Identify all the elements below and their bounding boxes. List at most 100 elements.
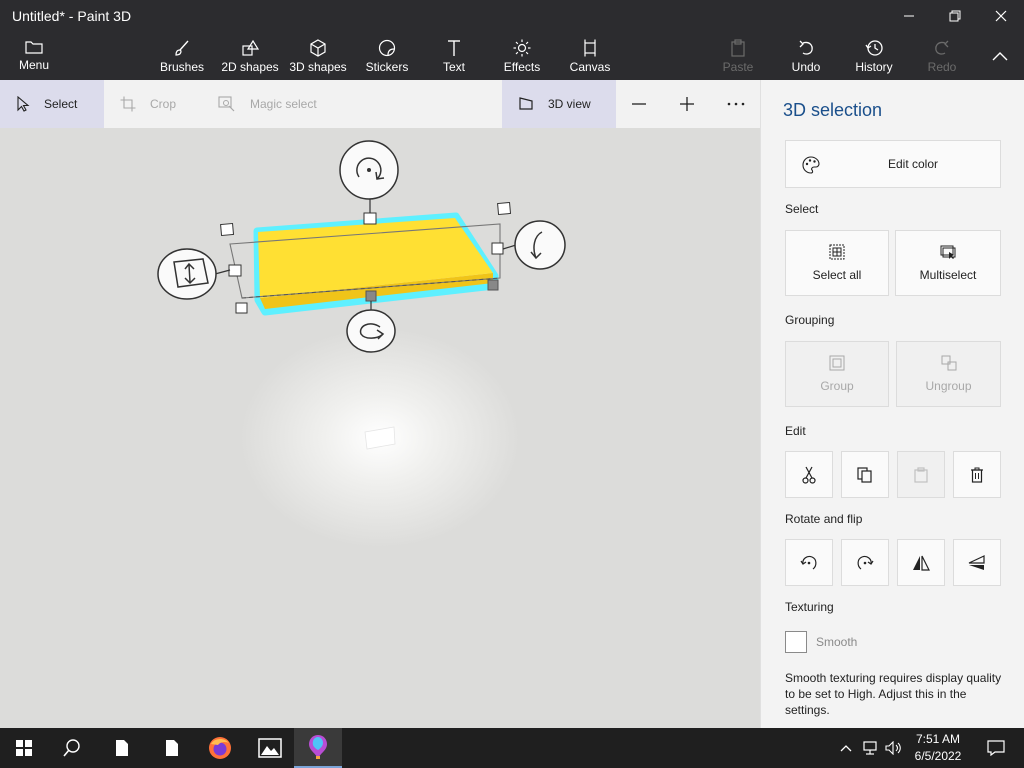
select-tool-button[interactable]: Select <box>0 80 104 128</box>
edit-section-label: Edit <box>785 424 806 438</box>
menu-button[interactable]: Menu <box>12 32 56 80</box>
crop-icon <box>120 96 136 112</box>
zoom-in-button[interactable] <box>679 80 709 128</box>
plus-icon <box>680 97 694 111</box>
windows-icon <box>16 740 32 756</box>
select-all-button[interactable]: Select all <box>785 230 889 296</box>
notification-icon <box>987 740 1005 756</box>
search-icon <box>63 739 80 757</box>
close-button[interactable] <box>978 0 1024 32</box>
menu-label: Menu <box>18 58 50 72</box>
cursor-icon <box>17 96 30 112</box>
effects-button[interactable]: Effects <box>500 32 544 80</box>
magic-select-icon <box>218 96 235 112</box>
more-options-button[interactable] <box>727 80 759 128</box>
minus-icon <box>632 103 646 105</box>
copy-button[interactable] <box>841 451 889 498</box>
search-button[interactable] <box>48 728 96 768</box>
delete-button[interactable] <box>953 451 1001 498</box>
small-white-object[interactable] <box>364 426 396 450</box>
clipboard-icon <box>731 39 745 57</box>
system-clock[interactable]: 7:51 AM 6/5/2022 <box>900 731 976 765</box>
start-button[interactable] <box>0 728 48 768</box>
network-button[interactable] <box>860 728 882 768</box>
rotate-y-handle[interactable] <box>514 220 566 270</box>
multiselect-button[interactable]: Multiselect <box>895 230 1001 296</box>
redo-icon <box>935 40 949 55</box>
minimize-button[interactable] <box>886 0 932 32</box>
texturing-section-label: Texturing <box>785 600 834 614</box>
edit-color-label: Edit color <box>887 157 939 171</box>
ribbon: Menu Brushes 2D shapes 3D shapes Sticker… <box>0 32 1024 80</box>
chevron-up-icon <box>840 745 852 752</box>
taskbar-photos[interactable] <box>246 728 294 768</box>
palette-icon <box>802 156 820 174</box>
firefox-icon <box>209 737 231 759</box>
crop-label: Crop <box>150 97 177 111</box>
history-icon <box>865 40 883 56</box>
text-button[interactable]: Text <box>436 32 472 80</box>
taskbar-file-1[interactable] <box>98 728 146 768</box>
multiselect-icon <box>940 245 956 259</box>
canvas-workspace[interactable] <box>0 128 760 728</box>
flip-vertical-button[interactable] <box>953 539 1001 586</box>
brushes-label: Brushes <box>159 60 205 74</box>
restore-button[interactable] <box>932 0 978 32</box>
rotate-z-handle[interactable] <box>339 140 399 200</box>
group-button[interactable]: Group <box>785 341 889 407</box>
smooth-checkbox[interactable] <box>785 631 807 653</box>
brushes-button[interactable]: Brushes <box>156 32 208 80</box>
copy-icon <box>857 466 872 483</box>
smooth-texturing-note: Smooth texturing requires display qualit… <box>785 671 1002 717</box>
view-3d-label: 3D view <box>548 97 591 111</box>
clock-time: 7:51 AM <box>915 732 961 746</box>
zoom-out-button[interactable] <box>631 80 661 128</box>
rotate-flip-section-label: Rotate and flip <box>785 512 863 526</box>
window-title: Untitled* - Paint 3D <box>12 8 132 24</box>
restore-icon <box>949 10 961 22</box>
shapes-2d-button[interactable]: 2D shapes <box>220 32 280 80</box>
rotate-x-handle[interactable] <box>346 309 396 353</box>
crop-button[interactable]: Crop <box>120 80 176 128</box>
undo-icon <box>799 40 813 55</box>
notifications-button[interactable] <box>976 728 1016 768</box>
history-button[interactable]: History <box>852 32 896 80</box>
taskbar-firefox[interactable] <box>196 728 244 768</box>
scissors-icon <box>802 466 816 484</box>
select-all-label: Select all <box>812 268 862 282</box>
network-icon <box>863 741 877 755</box>
paste-button[interactable]: Paste <box>718 32 758 80</box>
rotate-right-button[interactable] <box>841 539 889 586</box>
show-hidden-icons-button[interactable] <box>836 728 856 768</box>
redo-button[interactable]: Redo <box>922 32 962 80</box>
taskbar: 7:51 AM 6/5/2022 <box>0 728 1024 768</box>
selection-panel: 3D selection Edit color Select Select al… <box>760 80 1024 728</box>
collapse-ribbon-button[interactable] <box>988 32 1012 80</box>
move-z-handle[interactable] <box>157 248 217 300</box>
stickers-label: Stickers <box>365 60 409 74</box>
ungroup-button[interactable]: Ungroup <box>896 341 1001 407</box>
stickers-button[interactable]: Stickers <box>362 32 412 80</box>
rotate-left-button[interactable] <box>785 539 833 586</box>
effects-label: Effects <box>503 60 541 74</box>
edit-color-button[interactable]: Edit color <box>785 140 1001 188</box>
sticker-icon <box>378 39 396 57</box>
cut-button[interactable] <box>785 451 833 498</box>
panel-title: 3D selection <box>783 100 883 120</box>
flip-horizontal-button[interactable] <box>897 539 945 586</box>
folder-icon <box>25 41 43 54</box>
magic-select-button[interactable]: Magic select <box>218 80 317 128</box>
brush-icon <box>175 40 189 56</box>
flip-vertical-icon <box>968 554 985 570</box>
canvas-label: Canvas <box>569 60 611 74</box>
shapes-3d-button[interactable]: 3D shapes <box>288 32 348 80</box>
undo-button[interactable]: Undo <box>786 32 826 80</box>
grouping-section-label: Grouping <box>785 313 835 327</box>
paste-panel-button[interactable] <box>897 451 945 498</box>
canvas-button[interactable]: Canvas <box>566 32 614 80</box>
view-3d-button[interactable]: 3D view <box>502 80 616 128</box>
cube-icon <box>310 39 326 57</box>
taskbar-paint3d[interactable] <box>294 728 342 768</box>
magic-select-label: Magic select <box>250 97 317 111</box>
taskbar-file-2[interactable] <box>148 728 196 768</box>
